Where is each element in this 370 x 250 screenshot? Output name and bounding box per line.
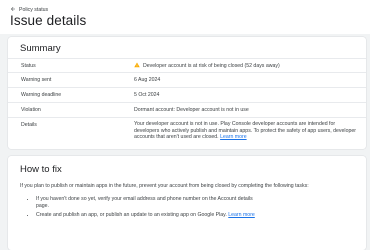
how-to-fix-card: How to fix If you plan to publish or mai… [8,156,366,250]
list-item: If you haven't done so yet, verify your … [36,196,256,209]
page-header: Policy status Issue details [0,0,370,34]
how-to-fix-title: How to fix [20,164,62,175]
status-value: Developer account is at risk of being cl… [134,62,356,71]
row-value: Dormant account: Developer account is no… [134,107,249,113]
status-text: Developer account is at risk of being cl… [143,63,280,69]
how-to-fix-intro: If you plan to publish or maintain apps … [20,183,309,189]
row-label: Details [21,122,37,128]
how-to-fix-list: If you haven't done so yet, verify your … [26,196,256,221]
details-value: Your developer account is not in use. Pl… [134,121,356,141]
row-value: 6 Aug 2024 [134,77,161,83]
row-label: Warning deadline [21,92,62,98]
list-item: Create and publish an app, or publish an… [36,212,256,219]
learn-more-link[interactable]: Learn more [228,212,255,218]
row-label: Violation [21,107,41,113]
summary-row-warning-deadline: Warning deadline 5 Oct 2024 [8,87,366,103]
page-title: Issue details [10,13,87,28]
row-label: Status [21,63,36,69]
learn-more-link[interactable]: Learn more [220,134,247,140]
warning-icon [134,62,140,71]
summary-row-status: Status Developer account is at risk of b… [8,58,366,73]
row-value: 5 Oct 2024 [134,92,160,98]
summary-row-details: Details Your developer account is not in… [8,117,366,150]
list-item-text: If you haven't done so yet, verify your … [36,196,253,209]
summary-row-warning-sent: Warning sent 6 Aug 2024 [8,72,366,88]
summary-title: Summary [20,43,61,54]
summary-card: Summary Status Developer account is at r… [8,37,366,149]
row-label: Warning sent [21,77,52,83]
summary-row-violation: Violation Dormant account: Developer acc… [8,102,366,118]
list-item-text: Create and publish an app, or publish an… [36,211,227,218]
